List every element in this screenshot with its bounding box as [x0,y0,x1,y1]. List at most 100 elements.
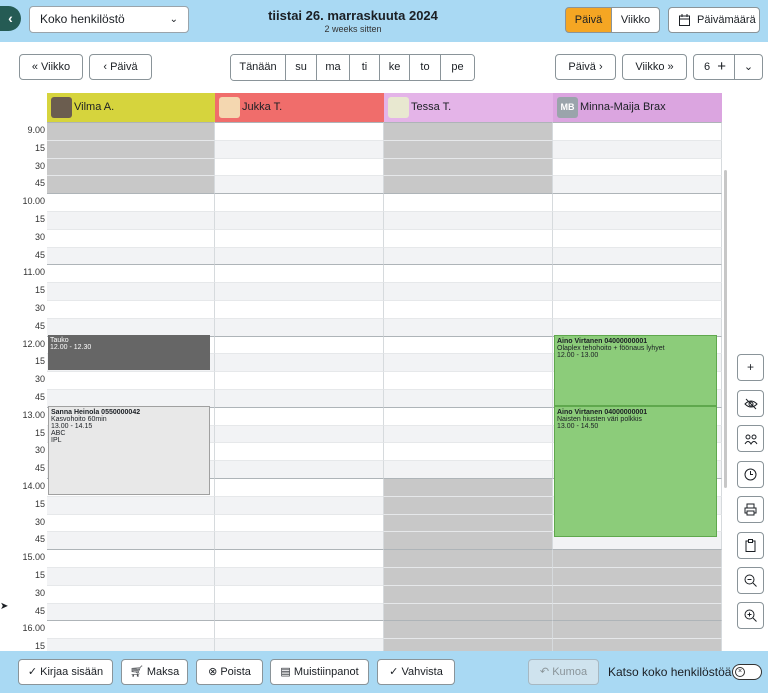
confirm-button[interactable]: ✓ Vahvista [377,659,455,685]
time-slot[interactable] [47,282,215,300]
time-slot[interactable] [553,584,722,603]
time-slot[interactable] [384,602,553,621]
event-aino-1[interactable]: Aino Virtanen 04000000001 Olaplex tehoho… [554,335,717,406]
time-slot[interactable] [47,584,215,603]
time-slot[interactable] [384,424,553,443]
time-slot[interactable] [384,495,553,514]
time-slot[interactable] [47,317,215,336]
time-slot[interactable] [215,122,384,140]
time-slot[interactable] [384,175,553,194]
time-slot[interactable] [384,211,553,229]
time-slot[interactable] [384,371,553,389]
pay-button[interactable]: 🛒︎ Maksa [121,659,188,685]
time-slot[interactable] [384,478,553,496]
time-slot[interactable] [215,389,384,407]
day-ke[interactable]: ke [380,55,410,80]
time-slot[interactable] [384,264,553,283]
prev-week-button[interactable]: « Viikko [19,54,83,80]
time-slot[interactable] [215,211,384,229]
day-ma[interactable]: ma [317,55,350,80]
next-week-button[interactable]: Viikko » [622,54,687,80]
time-slot[interactable] [553,139,722,158]
time-slot[interactable] [215,602,384,621]
print-icon[interactable] [737,496,764,523]
time-slot[interactable] [215,317,384,336]
time-slot[interactable] [47,228,215,247]
time-slot[interactable] [384,317,553,336]
time-slot[interactable] [384,620,553,639]
time-slot[interactable] [384,406,553,425]
undo-button[interactable]: ↶ Kumoa [528,659,599,685]
time-slot[interactable] [47,602,215,621]
zoom-out-icon[interactable] [737,567,764,594]
time-slot[interactable] [553,246,722,265]
time-slot[interactable] [553,602,722,621]
time-slot[interactable] [215,264,384,283]
staff-header-tessa[interactable]: Tessa T. [384,93,553,122]
time-slot[interactable] [215,335,384,354]
date-picker-button[interactable]: Päivämäärä [668,7,760,33]
day-today[interactable]: Tänään [231,55,286,80]
time-slot[interactable] [215,424,384,443]
time-slot[interactable] [215,406,384,425]
time-slot[interactable] [384,335,553,354]
time-slot[interactable] [215,175,384,194]
time-slot[interactable] [47,139,215,158]
time-slot[interactable] [215,620,384,639]
event-aino-2[interactable]: Aino Virtanen 04000000001 Naisten hiuste… [554,406,717,537]
time-slot[interactable] [553,157,722,176]
time-slot[interactable] [215,638,384,651]
time-slot[interactable] [215,513,384,532]
time-slot[interactable] [47,371,215,389]
day-to[interactable]: to [410,55,441,80]
plus-icon[interactable]: + [737,354,764,381]
time-slot[interactable] [384,228,553,247]
time-slot[interactable] [215,282,384,300]
next-day-button[interactable]: Päivä › [555,54,616,80]
time-slot[interactable] [47,175,215,194]
view-week-button[interactable]: Viikko [611,7,660,33]
time-slot[interactable] [215,460,384,478]
time-slot[interactable] [384,531,553,550]
clock-icon[interactable] [737,461,764,488]
time-slot[interactable] [215,139,384,158]
time-slot[interactable] [47,531,215,550]
time-slot[interactable] [553,282,722,300]
time-slot[interactable] [215,549,384,567]
clipboard-icon[interactable] [737,532,764,559]
time-slot[interactable] [47,495,215,514]
event-sanna[interactable]: Sanna Heinola 0550000042 Kasvohoito 60mi… [48,406,210,495]
checkin-button[interactable]: ✓ Kirjaa sisään [18,659,113,685]
time-slot[interactable] [553,300,722,318]
time-slot[interactable] [384,282,553,300]
view-day-button[interactable]: Päivä [565,7,612,33]
scrollbar[interactable] [724,170,727,488]
time-slot[interactable] [47,389,215,407]
notes-button[interactable]: ▤ Muistiinpanot [270,659,369,685]
time-slot[interactable] [47,638,215,651]
time-slot[interactable] [384,193,553,211]
time-slot[interactable] [384,157,553,176]
time-slot[interactable] [215,371,384,389]
time-slot[interactable] [47,122,215,140]
staff-header-minna[interactable]: MB Minna-Maija Brax [553,93,722,122]
time-slot[interactable] [553,264,722,283]
time-slot[interactable] [215,157,384,176]
time-slot[interactable] [47,264,215,283]
time-slot[interactable] [215,353,384,372]
time-slot[interactable] [215,531,384,550]
time-slot[interactable] [553,175,722,194]
time-slot[interactable] [553,638,722,651]
time-slot[interactable] [384,300,553,318]
time-slot[interactable] [384,638,553,651]
time-slot[interactable] [215,478,384,496]
day-ti[interactable]: ti [350,55,380,80]
time-slot[interactable] [384,353,553,372]
time-slot[interactable] [215,300,384,318]
time-slot[interactable] [553,317,722,336]
time-slot[interactable] [384,567,553,585]
staff-header-jukka[interactable]: Jukka T. [215,93,384,122]
time-slot[interactable] [553,620,722,639]
time-slot[interactable] [215,567,384,585]
time-slot[interactable] [384,246,553,265]
